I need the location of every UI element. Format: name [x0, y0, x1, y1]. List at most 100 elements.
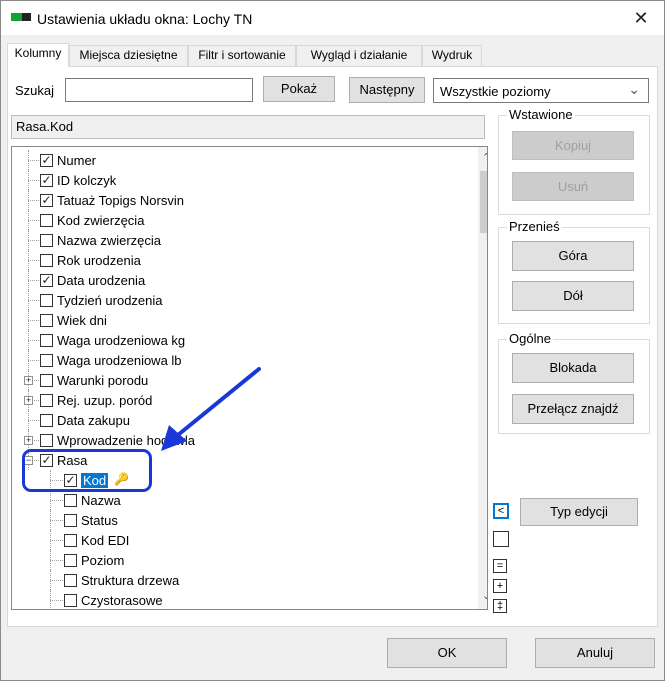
move-down-button[interactable]: Dół	[512, 281, 634, 311]
cancel-button[interactable]: Anuluj	[535, 638, 655, 668]
row-label: Rej. uzup. poród	[57, 393, 153, 408]
tree-row[interactable]: Tydzień urodzenia	[12, 290, 476, 310]
tab-wydruk[interactable]: Wydruk	[422, 45, 482, 66]
tree-child-row[interactable]: Status	[12, 510, 476, 530]
tab-miejsca-dziesietne[interactable]: Miejsca dziesiętne	[69, 45, 188, 66]
general-caption: Ogólne	[507, 331, 553, 346]
tree-row[interactable]: Wiek dni	[12, 310, 476, 330]
expand-icon[interactable]: +	[24, 436, 33, 445]
window-title: Ustawienia układu okna: Lochy TN	[37, 11, 253, 27]
row-checkbox[interactable]: ✓	[40, 154, 53, 167]
ok-button[interactable]: OK	[387, 638, 507, 668]
tree-child-row[interactable]: Czystorasowe	[12, 590, 476, 609]
tree-connector	[50, 580, 63, 581]
tree-connector	[50, 540, 63, 541]
edit-type-button[interactable]: Typ edycji	[520, 498, 638, 526]
tree-child-row[interactable]: Struktura drzewa	[12, 570, 476, 590]
tree-row[interactable]: ✓ ID kolczyk	[12, 170, 476, 190]
toggle-find-button[interactable]: Przełącz znajdź	[512, 394, 634, 424]
row-label: Waga urodzeniowa kg	[57, 333, 186, 348]
row-checkbox[interactable]	[40, 354, 53, 367]
search-label: Szukaj	[15, 83, 55, 98]
tree-connector	[28, 180, 39, 181]
tree-connector	[28, 220, 39, 221]
row-checkbox[interactable]	[40, 434, 53, 447]
row-checkbox[interactable]: ✓	[40, 274, 53, 287]
tree-connector	[28, 160, 39, 161]
row-checkbox[interactable]	[40, 414, 53, 427]
title-bar: Ustawienia układu okna: Lochy TN ✕	[1, 1, 664, 35]
move-left-button[interactable]: <	[493, 503, 509, 519]
remove-button[interactable]: Usuń	[512, 172, 634, 201]
tree-row[interactable]: ✓ Numer	[12, 150, 476, 170]
app-icon	[11, 13, 31, 21]
row-checkbox[interactable]	[40, 314, 53, 327]
scroll-down-icon[interactable]: ⌄	[478, 589, 487, 605]
level-select-value: Wszystkie poziomy	[440, 84, 551, 99]
row-checkbox[interactable]	[40, 294, 53, 307]
tree-connector	[50, 520, 63, 521]
row-checkbox[interactable]	[40, 334, 53, 347]
plus-button[interactable]: +	[493, 579, 507, 593]
annotation-highlight-box	[22, 449, 152, 492]
tree-child-row[interactable]: Nazwa	[12, 490, 476, 510]
row-label: Rok urodzenia	[57, 253, 141, 268]
tree-connector	[28, 260, 39, 261]
tree-row[interactable]: Waga urodzeniowa kg	[12, 330, 476, 350]
annotation-arrow-icon	[161, 367, 261, 451]
row-label: Tydzień urodzenia	[57, 293, 163, 308]
row-checkbox[interactable]	[64, 534, 77, 547]
expand-icon[interactable]: +	[24, 376, 33, 385]
scroll-thumb[interactable]	[480, 171, 487, 233]
row-label: Nazwa zwierzęcia	[57, 233, 162, 248]
lock-button[interactable]: Blokada	[512, 353, 634, 383]
copy-button[interactable]: Kopiuj	[512, 131, 634, 160]
row-checkbox[interactable]	[40, 214, 53, 227]
row-checkbox[interactable]	[64, 554, 77, 567]
row-checkbox[interactable]	[40, 254, 53, 267]
row-checkbox[interactable]: ✓	[40, 174, 53, 187]
close-button[interactable]: ✕	[618, 1, 664, 35]
tab-kolumny[interactable]: Kolumny	[7, 43, 69, 67]
selected-path: Rasa.Kod	[11, 115, 485, 139]
tree-child-row[interactable]: Kod EDI	[12, 530, 476, 550]
row-label: ID kolczyk	[57, 173, 117, 188]
row-checkbox[interactable]	[64, 594, 77, 607]
tree-connector	[28, 200, 39, 201]
show-button[interactable]: Pokaż	[263, 76, 335, 102]
row-label: Poziom	[81, 553, 125, 568]
row-label: Wiek dni	[57, 313, 107, 328]
tree-scrollbar[interactable]: ⌃ ⌄	[478, 147, 487, 609]
row-checkbox[interactable]	[40, 374, 53, 387]
tree-row[interactable]: Rok urodzenia	[12, 250, 476, 270]
row-checkbox[interactable]	[40, 234, 53, 247]
row-checkbox[interactable]: ✓	[40, 194, 53, 207]
equal-button[interactable]: =	[493, 559, 507, 573]
move-up-button[interactable]: Góra	[512, 241, 634, 271]
tree-row[interactable]: ✓ Tatuaż Topigs Norsvin	[12, 190, 476, 210]
tree-connector	[50, 600, 63, 601]
tree-connector	[28, 420, 39, 421]
row-checkbox[interactable]	[64, 514, 77, 527]
expand-icon[interactable]: +	[24, 396, 33, 405]
tree-row[interactable]: Kod zwierzęcia	[12, 210, 476, 230]
tab-filtr-sortowanie[interactable]: Filtr i sortowanie	[188, 45, 296, 66]
plusminus-button[interactable]: ‡	[493, 599, 507, 613]
row-checkbox[interactable]	[64, 574, 77, 587]
search-input[interactable]	[65, 78, 253, 102]
tree-connector	[28, 340, 39, 341]
tree-connector	[28, 280, 39, 281]
row-label: Struktura drzewa	[81, 573, 180, 588]
empty-toggle-button[interactable]	[493, 531, 509, 547]
tree-child-row[interactable]: Poziom	[12, 550, 476, 570]
tree-row[interactable]: ✓ Data urodzenia	[12, 270, 476, 290]
level-select[interactable]: Wszystkie poziomy ⌄	[433, 78, 649, 103]
tree-connector	[28, 320, 39, 321]
tab-wyglad-dzialanie[interactable]: Wygląd i działanie	[296, 45, 422, 66]
row-checkbox[interactable]	[40, 394, 53, 407]
next-button[interactable]: Następny	[349, 77, 425, 103]
scroll-up-icon[interactable]: ⌃	[478, 151, 487, 167]
row-label: Tatuaż Topigs Norsvin	[57, 193, 184, 208]
tree-row[interactable]: Nazwa zwierzęcia	[12, 230, 476, 250]
row-checkbox[interactable]	[64, 494, 77, 507]
